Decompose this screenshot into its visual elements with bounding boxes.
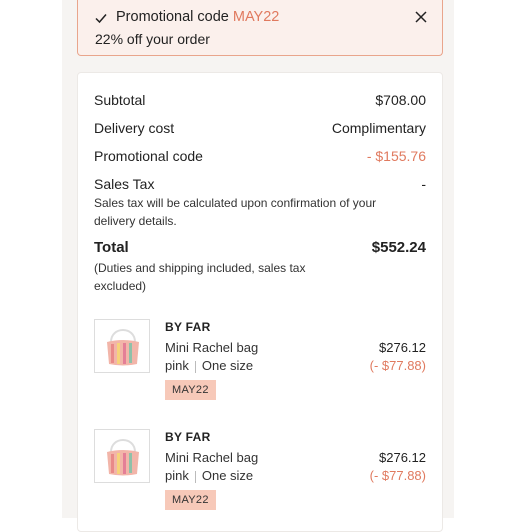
promo-code: MAY22 (232, 9, 280, 25)
subtotal-value: $708.00 (375, 92, 426, 108)
divider (194, 360, 196, 373)
divider (194, 470, 196, 483)
product-thumbnail[interactable] (94, 429, 150, 483)
item-variant: pink One size (165, 468, 253, 483)
total-label: Total (94, 239, 129, 256)
close-icon[interactable] (414, 10, 428, 24)
item-discount: (- $77.88) (369, 468, 426, 483)
sales-tax-label: Sales Tax (94, 176, 155, 192)
promo-banner: Promotional code MAY22 22% off your orde… (77, 0, 443, 56)
delivery-label: Delivery cost (94, 120, 175, 136)
item-price: $276.12 (379, 340, 426, 355)
check-icon (95, 14, 107, 24)
item-color: pink (165, 358, 189, 373)
bag-image (107, 329, 139, 366)
item-brand: BY FAR (165, 430, 211, 444)
sales-tax-value: - (421, 176, 426, 192)
promo-value: - $155.76 (366, 148, 426, 164)
sales-tax-note: Sales tax will be calculated upon confir… (94, 196, 377, 228)
promo-tag: MAY22 (165, 490, 216, 510)
total-value: $552.24 (371, 239, 426, 256)
item-size: One size (201, 358, 254, 373)
promo-title-label: Promotional code (116, 9, 229, 25)
bag-image (107, 439, 139, 476)
order-summary-card: Subtotal $708.00 Delivery cost Complimen… (77, 72, 443, 532)
subtotal-label: Subtotal (94, 92, 146, 108)
delivery-value: Complimentary (331, 120, 426, 136)
item-brand: BY FAR (165, 320, 211, 334)
promo-label: Promotional code (94, 148, 203, 164)
item-price: $276.12 (379, 450, 426, 465)
item-name[interactable]: Mini Rachel bag (165, 450, 258, 465)
item-size: One size (201, 468, 254, 483)
item-name[interactable]: Mini Rachel bag (165, 340, 258, 355)
promo-tag: MAY22 (165, 380, 216, 400)
item-discount: (- $77.88) (369, 358, 426, 373)
item-color: pink (165, 468, 189, 483)
promo-description: 22% off your order (95, 31, 210, 47)
total-note: (Duties and shipping included, sales tax… (94, 261, 306, 293)
product-thumbnail[interactable] (94, 319, 150, 373)
promo-title: Promotional code MAY22 (116, 9, 279, 25)
item-variant: pink One size (165, 358, 253, 373)
